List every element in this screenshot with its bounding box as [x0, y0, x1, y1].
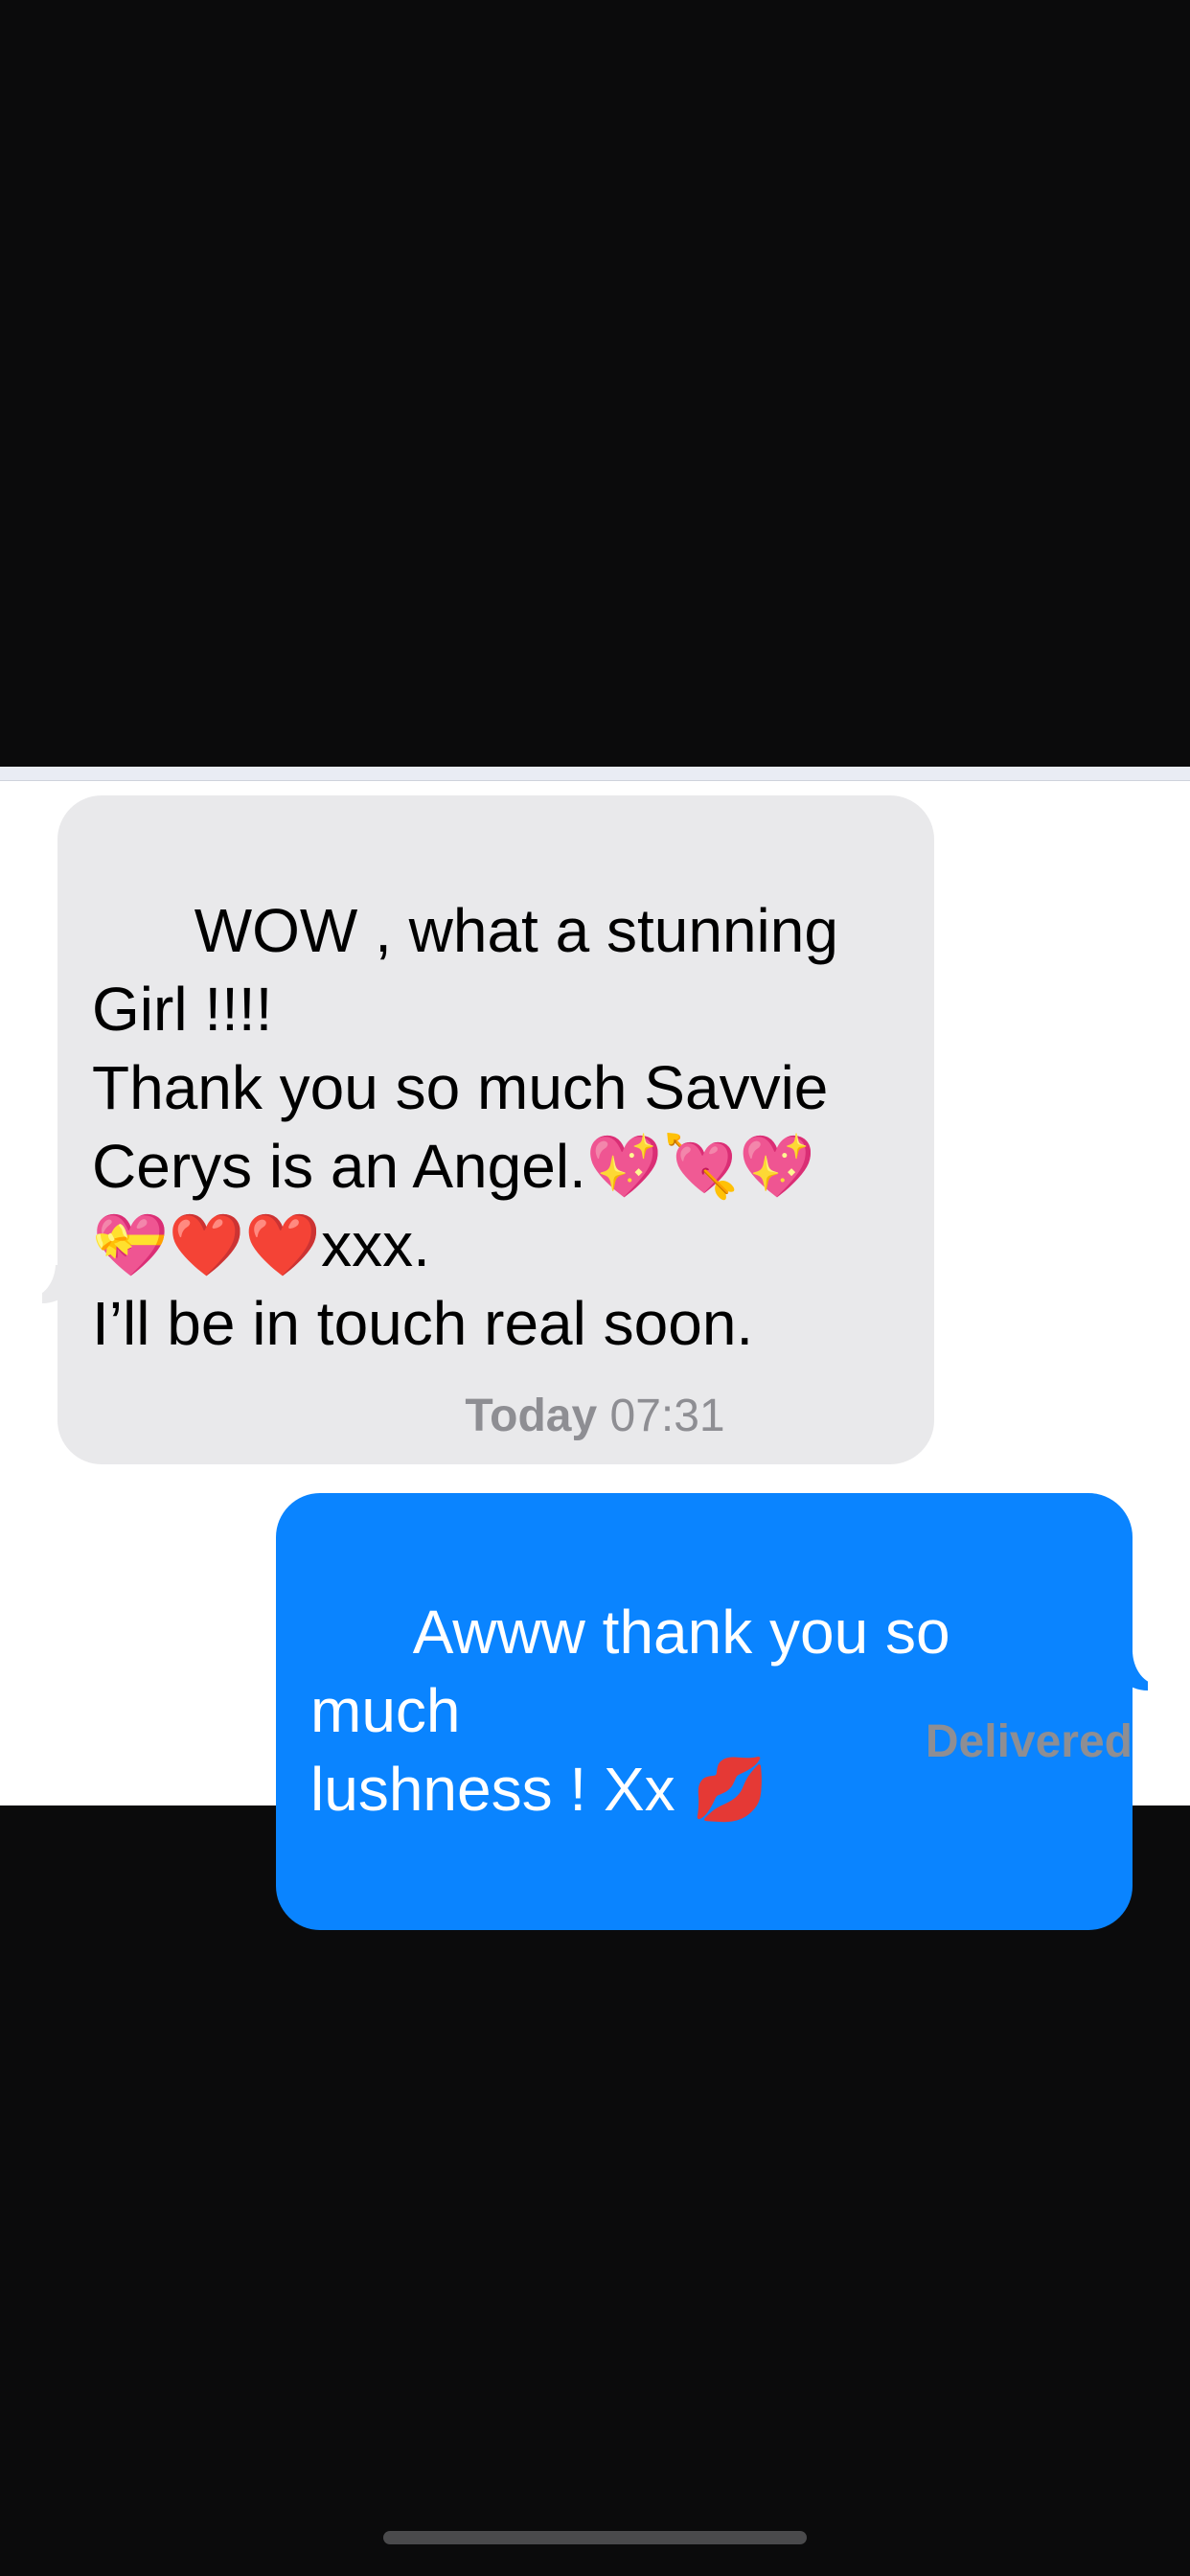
- thread-top-edge: [0, 767, 1190, 781]
- delivery-status: Delivered: [925, 1716, 1133, 1767]
- home-indicator[interactable]: [383, 2531, 807, 2544]
- message-thread[interactable]: WOW , what a stunning Girl !!!! Thank yo…: [0, 767, 1190, 1930]
- incoming-message-text: WOW , what a stunning Girl !!!! Thank yo…: [92, 896, 838, 1358]
- incoming-message-bubble[interactable]: WOW , what a stunning Girl !!!! Thank yo…: [57, 795, 934, 1464]
- timestamp-day: Today: [465, 1391, 598, 1441]
- screenshot-screen: WOW , what a stunning Girl !!!! Thank yo…: [0, 0, 1190, 2576]
- outgoing-message-text: Awww thank you so much lushness ! Xx 💋: [310, 1598, 950, 1824]
- outgoing-message-bubble[interactable]: Awww thank you so much lushness ! Xx 💋: [276, 1493, 1133, 1930]
- message-timestamp: Today 07:31: [0, 1390, 1190, 1442]
- timestamp-time: 07:31: [609, 1391, 725, 1441]
